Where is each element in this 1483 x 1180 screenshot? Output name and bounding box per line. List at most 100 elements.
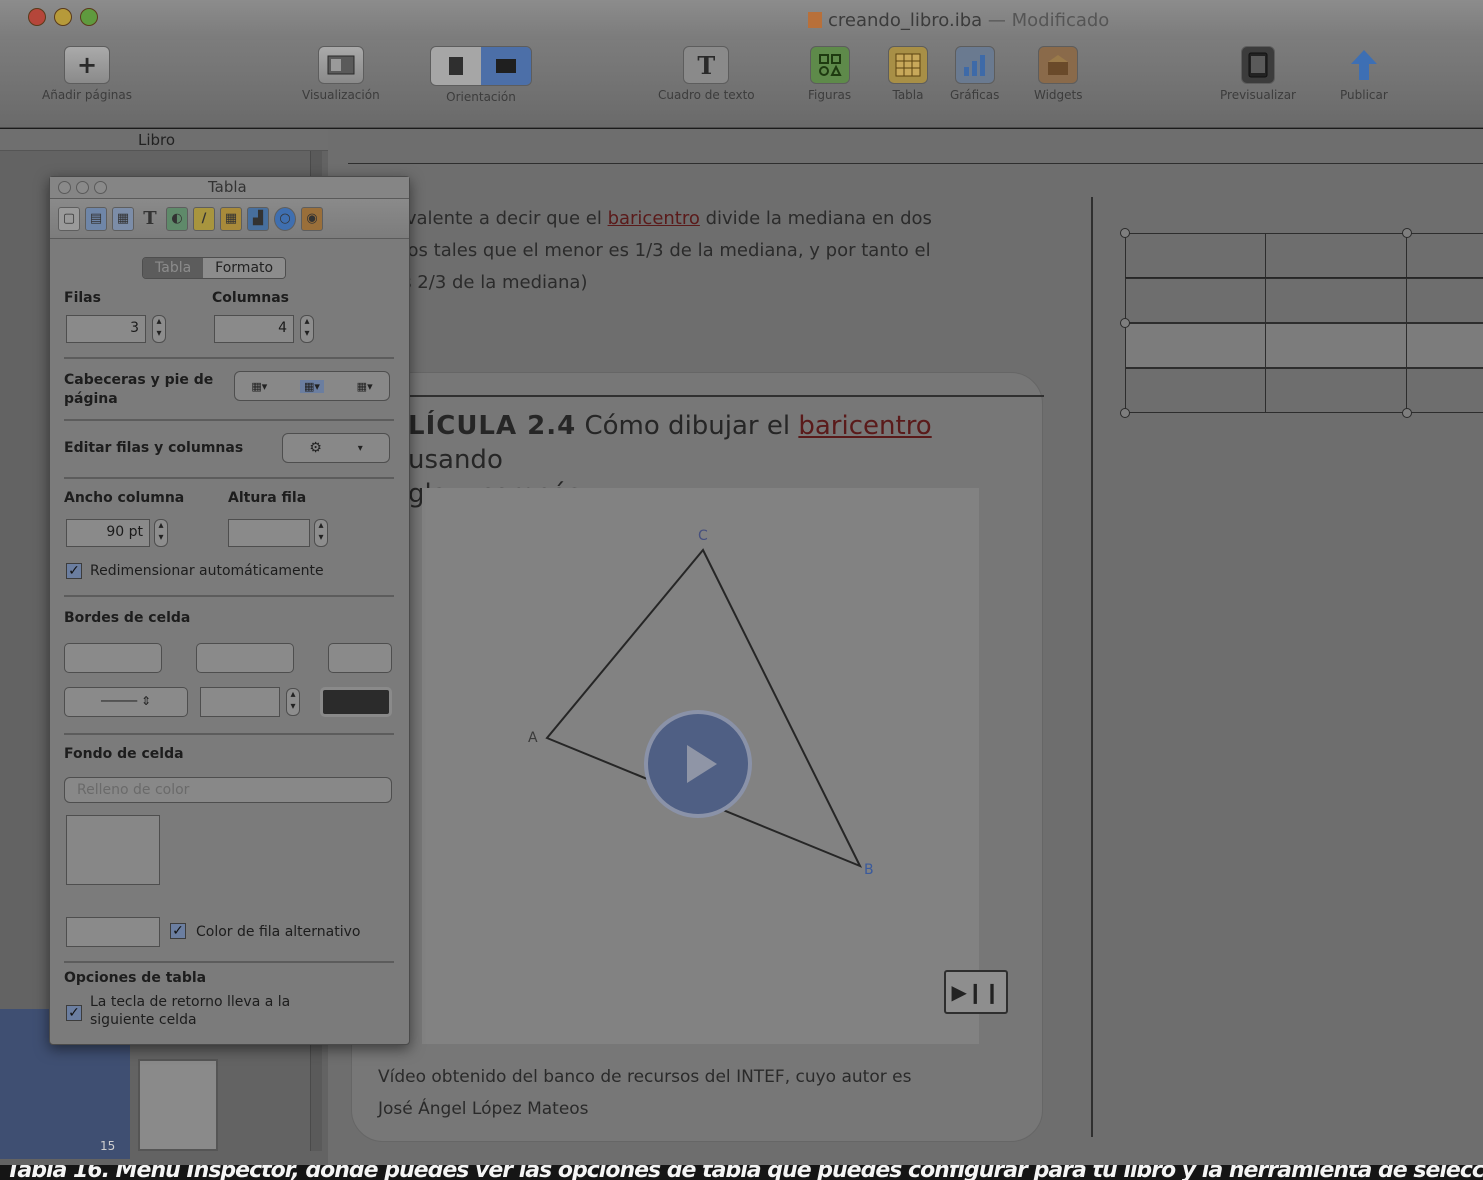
fill-type-value: Relleno de color (77, 782, 190, 798)
graphic-inspector-icon[interactable]: ◐ (166, 206, 188, 231)
table-cell[interactable] (1265, 278, 1407, 323)
resize-handle[interactable] (1402, 408, 1412, 418)
columns-field[interactable]: 4 (214, 315, 294, 343)
video-frame[interactable]: C A B ▶❙❙ (422, 488, 1008, 1044)
resize-handle[interactable] (1120, 228, 1130, 238)
metrics-inspector-icon[interactable]: ∕ (193, 206, 215, 231)
orientation-control[interactable]: Orientación (430, 46, 532, 104)
inspector-zoom-button[interactable] (94, 181, 107, 194)
separator (64, 477, 394, 479)
hyperlink-inspector-icon[interactable]: ○ (274, 206, 296, 231)
textbox-label: Cuadro de texto (658, 88, 755, 102)
preview-button[interactable]: Previsualizar (1220, 46, 1296, 102)
inspector-titlebar[interactable]: Tabla (50, 177, 409, 199)
resize-handle[interactable] (1120, 318, 1130, 328)
border-left-right-buttons[interactable] (64, 643, 162, 673)
minimize-window-button[interactable] (54, 8, 72, 26)
credit-line-2: José Ángel López Mateos (378, 1099, 589, 1119)
row-height-field[interactable] (228, 519, 310, 547)
widget-label: LÍCULA 2.4 (408, 411, 577, 441)
shapes-button[interactable]: Figuras (808, 46, 851, 102)
separator (64, 733, 394, 735)
toolbar: + Añadir páginas Visualización Orientaci… (0, 40, 1483, 128)
inspector-segmented-tabs: Tabla Formato (142, 257, 287, 279)
chart-inspector-icon[interactable]: ▟ (247, 206, 269, 231)
columns-stepper[interactable]: ▴ ▾ (300, 315, 314, 343)
border-color-well[interactable] (320, 687, 392, 717)
page-thumbnail[interactable] (138, 1059, 218, 1151)
body-paragraph[interactable]: quivalente a decir que el baricentro div… (378, 203, 1078, 299)
header-rows-popup[interactable]: ▦▾ (251, 380, 267, 393)
close-window-button[interactable] (28, 8, 46, 26)
return-key-checkbox[interactable]: ✓ (66, 1005, 82, 1021)
alternate-row-checkbox[interactable]: ✓ (170, 923, 186, 939)
table-inspector-icon[interactable]: ▦ (220, 206, 242, 231)
inspector-minimize-button[interactable] (76, 181, 89, 194)
headers-footer-control[interactable]: ▦▾ ▦▾ ▦▾ (234, 371, 390, 401)
fill-color-well[interactable] (66, 815, 160, 885)
add-pages-label: Añadir páginas (42, 88, 132, 102)
row-height-stepper[interactable]: ▴ ▾ (314, 519, 328, 547)
rows-stepper[interactable]: ▴ ▾ (152, 315, 166, 343)
column-width-label: Ancho columna (64, 490, 185, 506)
glossary-link[interactable]: baricentro (608, 208, 700, 229)
table-cell[interactable] (1125, 368, 1266, 413)
border-style-popup[interactable]: ───── ⇕ (64, 687, 188, 717)
view-button[interactable]: Visualización (302, 46, 380, 102)
table-cell[interactable] (1265, 323, 1407, 368)
inspector-panel: Tabla ▢ ▤ ▦ T ◐ ∕ ▦ ▟ ○ ◉ Tabla Formato … (49, 176, 410, 1045)
border-top-bottom-buttons[interactable] (196, 643, 294, 673)
border-all-buttons[interactable] (328, 643, 392, 673)
layout-inspector-icon[interactable]: ▤ (85, 206, 107, 231)
edit-rows-columns-popup[interactable]: ⚙ ▾ (282, 433, 390, 463)
cell-background-label: Fondo de celda (64, 746, 184, 762)
document-inspector-icon[interactable]: ▢ (58, 206, 80, 231)
text-inspector-icon[interactable]: T (139, 207, 161, 231)
play-pause-icon: ▶❙❙ (951, 980, 1001, 1004)
add-pages-button[interactable]: + Añadir páginas (42, 46, 132, 102)
publish-button[interactable]: Publicar (1340, 46, 1388, 102)
widget-inspector-icon[interactable]: ▦ (112, 206, 134, 231)
border-width-field[interactable] (200, 687, 280, 717)
publish-arrow-icon (1344, 46, 1384, 84)
portrait-orientation-button[interactable] (431, 47, 481, 85)
textbox-button[interactable]: T Cuadro de texto (658, 46, 755, 102)
columns-label: Columnas (212, 290, 289, 306)
rows-field[interactable]: 3 (66, 315, 146, 343)
alternate-row-color-well[interactable] (66, 917, 160, 947)
auto-resize-checkbox[interactable]: ✓ (66, 563, 82, 579)
zoom-window-button[interactable] (80, 8, 98, 26)
header-columns-popup[interactable]: ▦▾ (300, 379, 324, 393)
row-height-label: Altura fila (228, 490, 307, 506)
table-cell[interactable] (1125, 278, 1266, 323)
media-inspector-icon[interactable]: ◉ (301, 206, 323, 231)
table-cell[interactable] (1406, 278, 1483, 323)
play-button[interactable] (644, 710, 752, 818)
fill-type-popup[interactable]: Relleno de color (64, 777, 392, 803)
table-cell[interactable] (1125, 233, 1266, 278)
table-cell[interactable] (1406, 233, 1483, 278)
charts-button[interactable]: Gráficas (950, 46, 999, 102)
tab-table[interactable]: Tabla (143, 258, 204, 278)
table-cell[interactable] (1265, 368, 1407, 413)
resize-handle[interactable] (1120, 408, 1130, 418)
landscape-orientation-button[interactable] (481, 47, 531, 85)
column-width-stepper[interactable]: ▴ ▾ (154, 519, 168, 547)
charts-icon (954, 46, 995, 84)
tab-format[interactable]: Formato (203, 258, 286, 278)
view-icon (317, 46, 364, 84)
table-cell[interactable] (1406, 368, 1483, 413)
widgets-button[interactable]: Widgets (1034, 46, 1083, 102)
column-width-field[interactable]: 90 pt (66, 519, 150, 547)
movie-widget[interactable]: LÍCULA 2.4 Cómo dibujar el baricentro us… (351, 372, 1044, 1142)
border-width-stepper[interactable]: ▴ ▾ (286, 688, 300, 716)
play-pause-button[interactable]: ▶❙❙ (944, 970, 1008, 1014)
resize-handle[interactable] (1402, 228, 1412, 238)
table-button[interactable]: Tabla (888, 46, 928, 102)
page-canvas[interactable]: quivalente a decir que el baricentro div… (328, 129, 1483, 1165)
table-cell[interactable] (1265, 233, 1407, 278)
widget-glossary-link[interactable]: baricentro (798, 411, 931, 441)
footer-rows-popup[interactable]: ▦▾ (357, 380, 373, 393)
inspector-close-button[interactable] (58, 181, 71, 194)
selected-table[interactable] (1120, 228, 1483, 418)
